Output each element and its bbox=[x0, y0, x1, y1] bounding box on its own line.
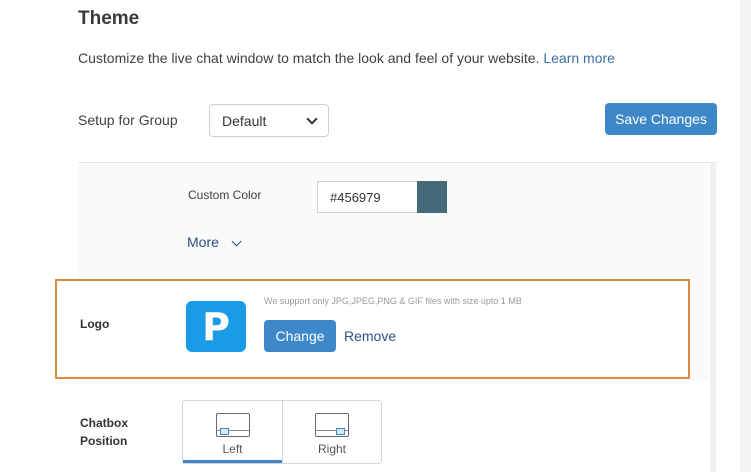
position-option-label: Left bbox=[222, 442, 243, 456]
setup-group-label: Setup for Group bbox=[78, 112, 178, 128]
chatbox-right-icon bbox=[315, 413, 349, 437]
chatbox-position-label: Chatbox Position bbox=[80, 416, 128, 448]
color-swatch[interactable] bbox=[417, 181, 447, 213]
change-logo-button[interactable]: Change bbox=[264, 320, 336, 352]
file-support-note: We support only JPG,JPEG,PNG & GIF files… bbox=[264, 296, 522, 306]
remove-logo-link[interactable]: Remove bbox=[344, 328, 396, 344]
logo-label: Logo bbox=[80, 317, 110, 331]
logo-letter: P bbox=[202, 304, 230, 349]
position-option-right[interactable]: Right bbox=[282, 401, 381, 463]
panel-scrollbar[interactable] bbox=[710, 163, 716, 472]
description-text: Customize the live chat window to match … bbox=[78, 50, 540, 66]
custom-color-input[interactable]: #456979 bbox=[317, 181, 417, 213]
theme-settings-page: Theme Customize the live chat window to … bbox=[0, 0, 751, 472]
more-label: More bbox=[187, 234, 219, 250]
page-title: Theme bbox=[78, 8, 140, 29]
chevron-down-icon bbox=[306, 112, 318, 125]
learn-more-link[interactable]: Learn more bbox=[543, 50, 615, 66]
chatbox-position-selector: Left Right bbox=[182, 400, 382, 464]
more-toggle[interactable]: More bbox=[187, 234, 242, 250]
scrollbar-track[interactable] bbox=[740, 0, 751, 472]
logo-image: P bbox=[186, 301, 246, 352]
chevron-down-icon bbox=[231, 236, 242, 246]
position-option-label: Right bbox=[317, 442, 346, 456]
position-option-left[interactable]: Left bbox=[183, 401, 282, 463]
save-changes-button[interactable]: Save Changes bbox=[605, 103, 717, 135]
custom-color-label: Custom Color bbox=[188, 188, 262, 202]
chatbox-left-icon bbox=[215, 413, 250, 437]
custom-color-value: #456979 bbox=[330, 189, 381, 205]
group-select-value: Default bbox=[222, 112, 267, 129]
group-select[interactable]: Default bbox=[209, 104, 329, 137]
page-description: Customize the live chat window to match … bbox=[78, 50, 615, 66]
